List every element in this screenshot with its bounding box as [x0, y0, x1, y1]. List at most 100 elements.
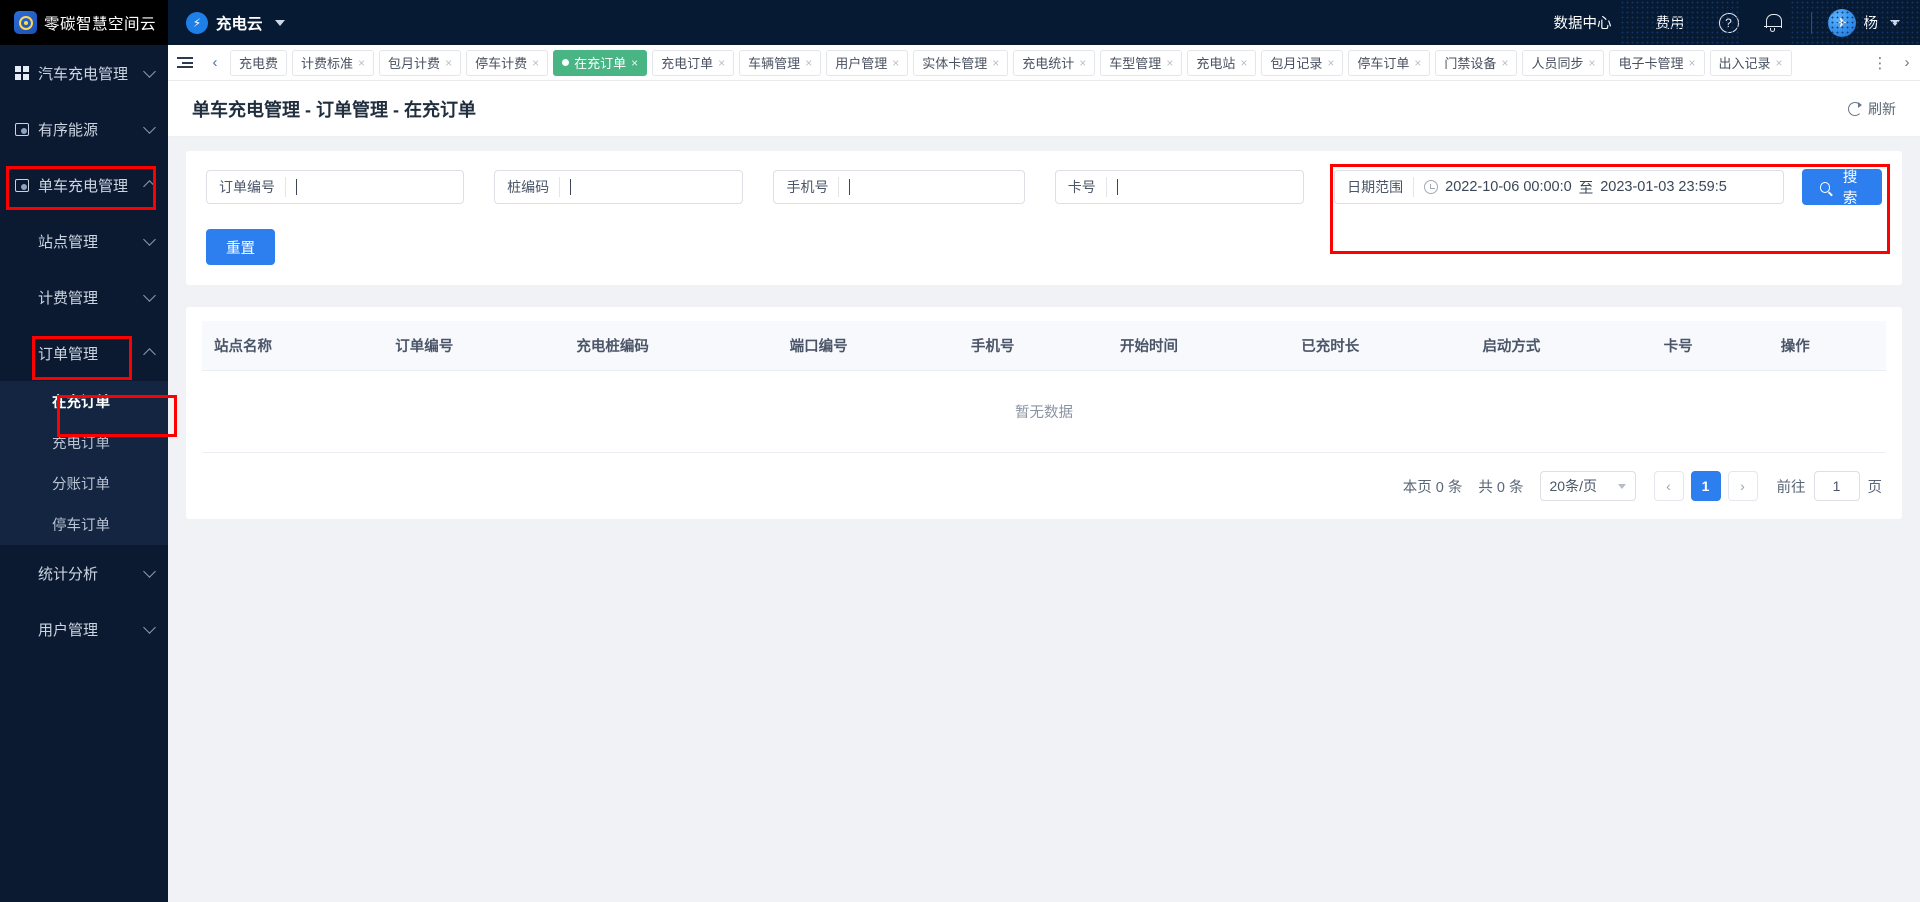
sidebar-item-bike-charging[interactable]: 单车充电管理 — [0, 157, 168, 213]
sidebar-toggle-button[interactable] — [168, 55, 202, 71]
close-icon[interactable]: × — [1240, 57, 1247, 69]
column-header-phone[interactable]: 手机号 — [958, 321, 1109, 371]
close-icon[interactable]: × — [1079, 57, 1086, 69]
order-no-field[interactable]: 订单编号 — [206, 170, 465, 204]
tab-charging-statistics[interactable]: 充电统计 × — [1013, 49, 1096, 76]
tab-access-control-devices[interactable]: 门禁设备 × — [1435, 49, 1518, 76]
close-icon[interactable]: × — [1414, 57, 1421, 69]
close-icon[interactable]: × — [445, 57, 452, 69]
tab-charging-station[interactable]: 充电站 × — [1187, 49, 1257, 76]
notifications-button[interactable] — [1751, 0, 1795, 45]
header-link-data-center[interactable]: 数据中心 — [1532, 12, 1634, 33]
prev-page-button[interactable]: ‹ — [1653, 471, 1684, 501]
tab-user-management[interactable]: 用户管理 × — [826, 49, 909, 76]
tab-label: 人员同步 — [1531, 56, 1584, 71]
sidebar-item-parking-orders[interactable]: 停车订单 — [0, 504, 168, 545]
close-icon[interactable]: × — [992, 57, 999, 69]
card-no-input[interactable] — [1107, 171, 1303, 203]
tab-personnel-sync[interactable]: 人员同步 × — [1522, 49, 1605, 76]
close-icon[interactable]: × — [1689, 57, 1696, 69]
sidebar-group-site-management[interactable]: 站点管理 — [0, 213, 168, 269]
avatar: ✈ — [1827, 8, 1856, 37]
filter-row: 订单编号 桩编码 手机号 卡号 日期范围 2022-10-06 00:00:0 … — [206, 169, 1882, 207]
pile-no-field[interactable]: 桩编码 — [494, 170, 744, 204]
order-no-input[interactable] — [286, 171, 463, 203]
sidebar-group-billing-management[interactable]: 计费管理 — [0, 269, 168, 325]
close-icon[interactable]: × — [805, 57, 812, 69]
close-icon[interactable]: × — [1588, 57, 1595, 69]
tab-electronic-card-management[interactable]: 电子卡管理 × — [1609, 49, 1705, 76]
sidebar-group-user-management[interactable]: 用户管理 — [0, 601, 168, 657]
close-icon[interactable]: × — [718, 57, 725, 69]
sidebar-item-charge-orders[interactable]: 充电订单 — [0, 422, 168, 463]
help-icon: ? — [1718, 12, 1739, 33]
chevron-down-icon — [143, 564, 156, 578]
close-icon[interactable]: × — [1327, 57, 1334, 69]
column-header-actions[interactable]: 操作 — [1768, 321, 1886, 371]
reset-button[interactable]: 重置 — [206, 229, 275, 265]
tab-charging-fee[interactable]: 充电费 — [230, 49, 288, 76]
app-switcher[interactable]: ⚡ 充电云 — [186, 11, 285, 34]
tab-label: 充电费 — [239, 56, 279, 71]
column-header-card-no[interactable]: 卡号 — [1651, 321, 1769, 371]
user-menu[interactable]: ✈ 杨 — [1827, 8, 1900, 37]
page-size-select[interactable]: 20条/页 — [1539, 471, 1636, 501]
card-no-field[interactable]: 卡号 — [1054, 170, 1305, 204]
header-divider — [1810, 11, 1812, 34]
search-button[interactable]: 搜索 — [1801, 169, 1882, 207]
tab-parking-orders[interactable]: 停车订单 × — [1348, 49, 1431, 76]
date-range-input[interactable]: 2022-10-06 00:00:0 至 2023-01-03 23:59:5 — [1414, 171, 1782, 203]
clock-icon — [1424, 180, 1439, 194]
tabs-more-button[interactable]: ⋮ — [1866, 54, 1894, 72]
text-caret — [570, 179, 572, 195]
sidebar-group-statistics[interactable]: 统计分析 — [0, 545, 168, 601]
header-link-fees[interactable]: 费用 — [1634, 12, 1707, 33]
chevron-down-icon — [143, 620, 156, 634]
tabs-scroll-right-button[interactable]: › — [1894, 54, 1920, 71]
tab-billing-standard[interactable]: 计费标准 × — [292, 49, 375, 76]
column-header-pile-code[interactable]: 充电桩编码 — [564, 321, 778, 371]
tab-physical-card-management[interactable]: 实体卡管理 × — [913, 49, 1009, 76]
close-icon[interactable]: × — [1776, 57, 1783, 69]
column-header-site-name[interactable]: 站点名称 — [202, 321, 384, 371]
sidebar-group-order-management[interactable]: 订单管理 — [0, 325, 168, 381]
column-header-charged-duration[interactable]: 已充时长 — [1289, 321, 1471, 371]
phone-field[interactable]: 手机号 — [773, 170, 1025, 204]
close-icon[interactable]: × — [532, 57, 539, 69]
phone-input[interactable] — [839, 171, 1023, 203]
tab-parking-billing[interactable]: 停车计费 × — [466, 49, 549, 76]
tab-vehicle-management[interactable]: 车辆管理 × — [739, 49, 822, 76]
sidebar-item-split-orders[interactable]: 分账订单 — [0, 463, 168, 504]
column-header-order-no[interactable]: 订单编号 — [383, 321, 565, 371]
help-button[interactable]: ? — [1707, 0, 1751, 45]
charging-cloud-icon: ⚡ — [186, 11, 208, 34]
tab-monthly-records[interactable]: 包月记录 × — [1261, 49, 1344, 76]
sidebar-item-charging-now[interactable]: 在充订单 — [0, 381, 168, 422]
column-header-start-time[interactable]: 开始时间 — [1108, 321, 1290, 371]
sidebar-item-ordered-energy[interactable]: 有序能源 — [0, 101, 168, 157]
close-icon[interactable]: × — [358, 57, 365, 69]
goto-page-input[interactable]: 1 — [1813, 471, 1860, 501]
tab-vehicle-model-management[interactable]: 车型管理 × — [1100, 49, 1183, 76]
sidebar-item-car-charging[interactable]: 汽车充电管理 — [0, 45, 168, 101]
column-header-port-no[interactable]: 端口编号 — [777, 321, 959, 371]
close-icon[interactable]: × — [631, 57, 638, 69]
tab-charging-now[interactable]: 在充订单 × — [553, 49, 648, 76]
refresh-label: 刷新 — [1868, 100, 1896, 117]
tab-monthly-billing[interactable]: 包月计费 × — [379, 49, 462, 76]
bell-icon — [1763, 13, 1782, 33]
refresh-icon — [1848, 101, 1862, 116]
pile-no-input[interactable] — [560, 171, 742, 203]
page-number-button[interactable]: 1 — [1690, 471, 1721, 501]
refresh-button[interactable]: 刷新 — [1848, 99, 1896, 119]
sidebar-group-label: 订单管理 — [38, 345, 99, 363]
column-header-start-mode[interactable]: 启动方式 — [1470, 321, 1652, 371]
date-range-field[interactable]: 日期范围 2022-10-06 00:00:0 至 2023-01-03 23:… — [1334, 170, 1784, 204]
tabs-scroll-left-button[interactable]: ‹ — [202, 45, 228, 81]
close-icon[interactable]: × — [1166, 57, 1173, 69]
tab-entry-exit-records[interactable]: 出入记录 × — [1709, 49, 1792, 76]
close-icon[interactable]: × — [892, 57, 899, 69]
close-icon[interactable]: × — [1501, 57, 1508, 69]
tab-charge-orders[interactable]: 充电订单 × — [652, 49, 735, 76]
next-page-button[interactable]: › — [1727, 471, 1758, 501]
